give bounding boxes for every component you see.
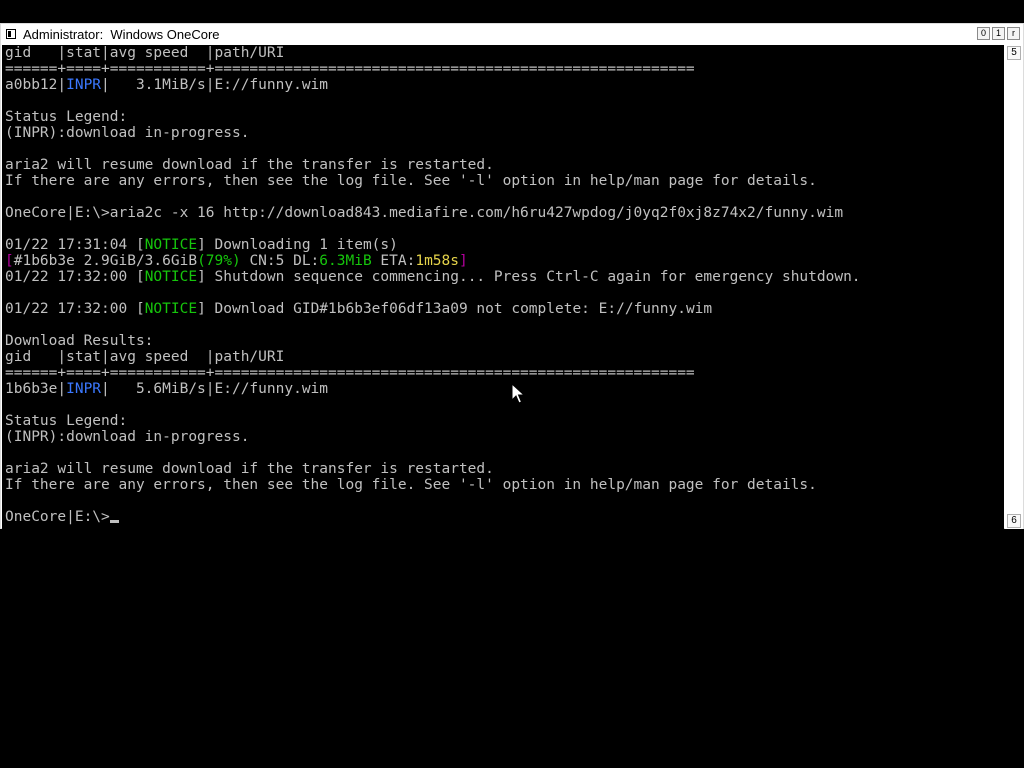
console-text: ETA: (371, 253, 416, 269)
console-line: gid |stat|avg speed |path/URI (5, 45, 861, 61)
console-text: Status Legend: (5, 413, 128, 429)
console-text: | 5.6MiB/s|E://funny.wim (101, 381, 329, 397)
close-button[interactable]: r (1007, 27, 1020, 40)
console-line: a0bb12|INPR| 3.1MiB/s|E://funny.wim (5, 77, 861, 93)
window-title: Administrator: Windows OneCore (23, 27, 220, 42)
scroll-up-button[interactable]: 5 (1007, 46, 1021, 60)
console-line: aria2 will resume download if the transf… (5, 461, 861, 477)
console-text: (79%) (197, 253, 241, 269)
console-text: NOTICE (144, 301, 198, 317)
console-text: 01/22 17:32:00 [ (5, 269, 145, 285)
console-line: (INPR):download in-progress. (5, 429, 861, 445)
console-line: 01/22 17:32:00 [NOTICE] Download GID#1b6… (5, 301, 861, 317)
console-line: 01/22 17:32:00 [NOTICE] Shutdown sequenc… (5, 269, 861, 285)
console-text: gid |stat|avg speed |path/URI (5, 349, 285, 365)
console-line: ======+====+===========+================… (5, 365, 861, 381)
console-line: gid |stat|avg speed |path/URI (5, 349, 861, 365)
console-output[interactable]: gid |stat|avg speed |path/URI ======+====… (2, 45, 1004, 529)
console-line: ======+====+===========+================… (5, 61, 861, 77)
console-text: ] Download GID#1b6b3ef06df13a09 not comp… (197, 301, 713, 317)
console-text: CN:5 DL: (240, 253, 320, 269)
console-line: aria2 will resume download if the transf… (5, 157, 861, 173)
console-text: OneCore|E:\> (5, 509, 110, 525)
console-text: | 3.1MiB/s|E://funny.wim (101, 77, 329, 93)
console-line: (INPR):download in-progress. (5, 125, 861, 141)
console-text: ======+====+===========+================… (5, 365, 695, 381)
console-text: 1m58s (415, 253, 459, 269)
console-text: aria2 will resume download if the transf… (5, 461, 494, 477)
console-line: Download Results: (5, 333, 861, 349)
console-text: INPR (66, 381, 102, 397)
console-text: ] Shutdown sequence commencing... Press … (197, 269, 861, 285)
console-line: If there are any errors, then see the lo… (5, 173, 861, 189)
minimize-button[interactable]: 0 (977, 27, 990, 40)
console-text: NOTICE (144, 237, 198, 253)
console-text: Download Results: (5, 333, 154, 349)
console-app-icon[interactable] (6, 29, 16, 39)
mouse-pointer-icon (511, 383, 525, 404)
console-text: gid |stat|avg speed |path/URI (5, 45, 285, 61)
console-text: If there are any errors, then see the lo… (5, 173, 817, 189)
console-text: 01/22 17:31:04 [ (5, 237, 145, 253)
maximize-button[interactable]: 1 (992, 27, 1005, 40)
console-window[interactable]: Administrator: Windows OneCore 0 1 r gid… (0, 23, 1024, 529)
console-line: 01/22 17:31:04 [NOTICE] Downloading 1 it… (5, 237, 861, 253)
console-line: Status Legend: (5, 109, 861, 125)
vertical-scrollbar[interactable]: 5 6 (1005, 45, 1023, 529)
console-lines: gid |stat|avg speed |path/URI ======+====… (5, 45, 861, 525)
console-text: INPR (66, 77, 102, 93)
scroll-down-button[interactable]: 6 (1007, 514, 1021, 528)
console-text: #1b6b3e 2.9GiB/3.6GiB (13, 253, 198, 269)
console-text: 01/22 17:32:00 [ (5, 301, 145, 317)
console-text: 6.3MiB (319, 253, 372, 269)
console-line: [#1b6b3e 2.9GiB/3.6GiB(79%) CN:5 DL:6.3M… (5, 253, 861, 269)
console-text: a0bb12| (5, 77, 67, 93)
console-text: If there are any errors, then see the lo… (5, 477, 817, 493)
window-controls: 0 1 r (977, 27, 1020, 40)
console-line: 1b6b3e|INPR| 5.6MiB/s|E://funny.wim (5, 381, 861, 397)
console-text: ] Downloading 1 item(s) (197, 237, 398, 253)
console-text: (INPR):download in-progress. (5, 125, 250, 141)
console-text: [ (5, 253, 14, 269)
title-bar[interactable]: Administrator: Windows OneCore 0 1 r (1, 24, 1023, 45)
console-line: If there are any errors, then see the lo… (5, 477, 861, 493)
console-text: ======+====+===========+================… (5, 61, 695, 77)
console-text: OneCore|E:\>aria2c -x 16 http://download… (5, 205, 844, 221)
console-text: ] (459, 253, 468, 269)
scroll-track[interactable] (1007, 61, 1021, 511)
console-line: OneCore|E:\> (5, 509, 861, 525)
console-line: OneCore|E:\>aria2c -x 16 http://download… (5, 205, 861, 221)
text-cursor (109, 520, 119, 523)
console-line: Status Legend: (5, 413, 861, 429)
console-text: aria2 will resume download if the transf… (5, 157, 494, 173)
console-text: (INPR):download in-progress. (5, 429, 250, 445)
console-text: Status Legend: (5, 109, 128, 125)
console-text: NOTICE (144, 269, 198, 285)
console-text: 1b6b3e| (5, 381, 67, 397)
